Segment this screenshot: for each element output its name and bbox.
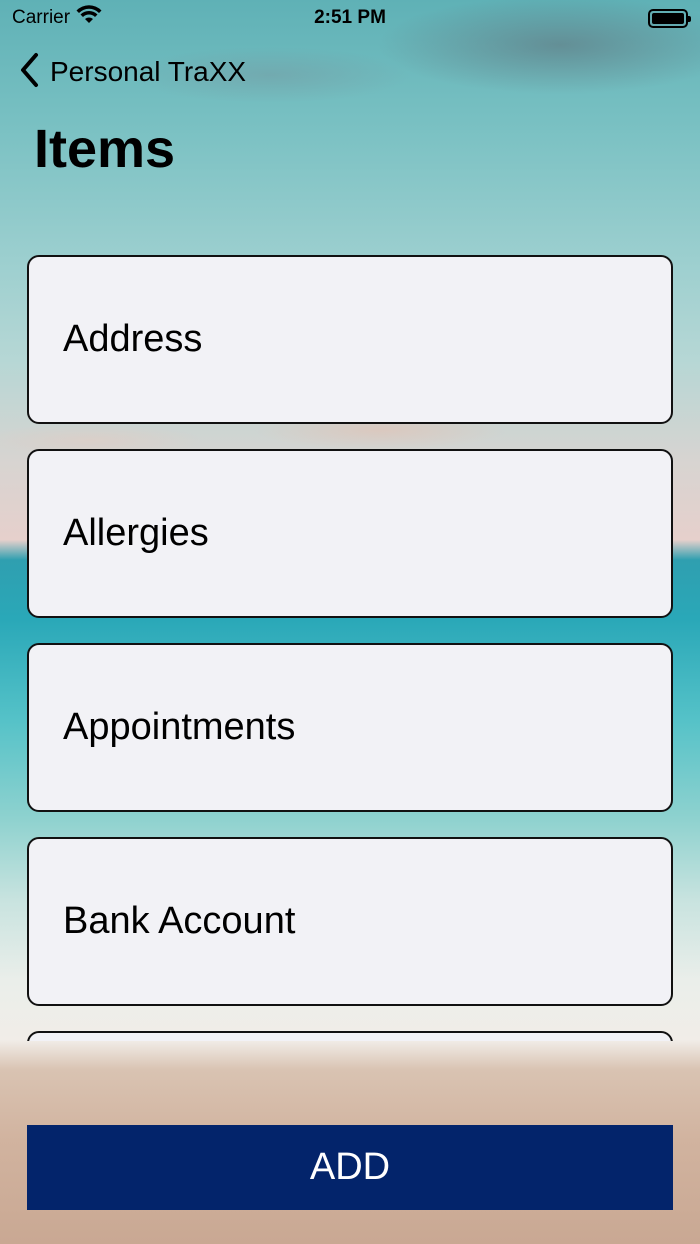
list-item-label: Allergies xyxy=(63,512,209,554)
page-title: Items xyxy=(34,119,176,179)
status-time: 2:51 PM xyxy=(314,7,386,28)
status-bar: Carrier 2:51 PM xyxy=(0,0,700,36)
list-item-label: Address xyxy=(63,318,203,360)
list-item-appointments[interactable]: Appointments xyxy=(27,643,673,812)
list-item-allergies[interactable]: Allergies xyxy=(27,449,673,618)
list-item-partial[interactable] xyxy=(27,1031,673,1041)
list-item-bank-account[interactable]: Bank Account xyxy=(27,837,673,1006)
list-item-label: Bank Account xyxy=(63,900,296,942)
battery-icon xyxy=(648,8,691,28)
chevron-left-icon xyxy=(18,52,40,93)
back-button-label: Personal TraXX xyxy=(50,56,247,87)
list-item-label: Appointments xyxy=(63,706,296,748)
back-button[interactable]: Personal TraXX xyxy=(18,52,246,92)
battery-level xyxy=(652,12,684,24)
items-list[interactable]: Address Allergies Appointments Bank Acco… xyxy=(27,255,673,1041)
add-button[interactable]: ADD xyxy=(27,1125,673,1210)
list-item-address[interactable]: Address xyxy=(27,255,673,424)
